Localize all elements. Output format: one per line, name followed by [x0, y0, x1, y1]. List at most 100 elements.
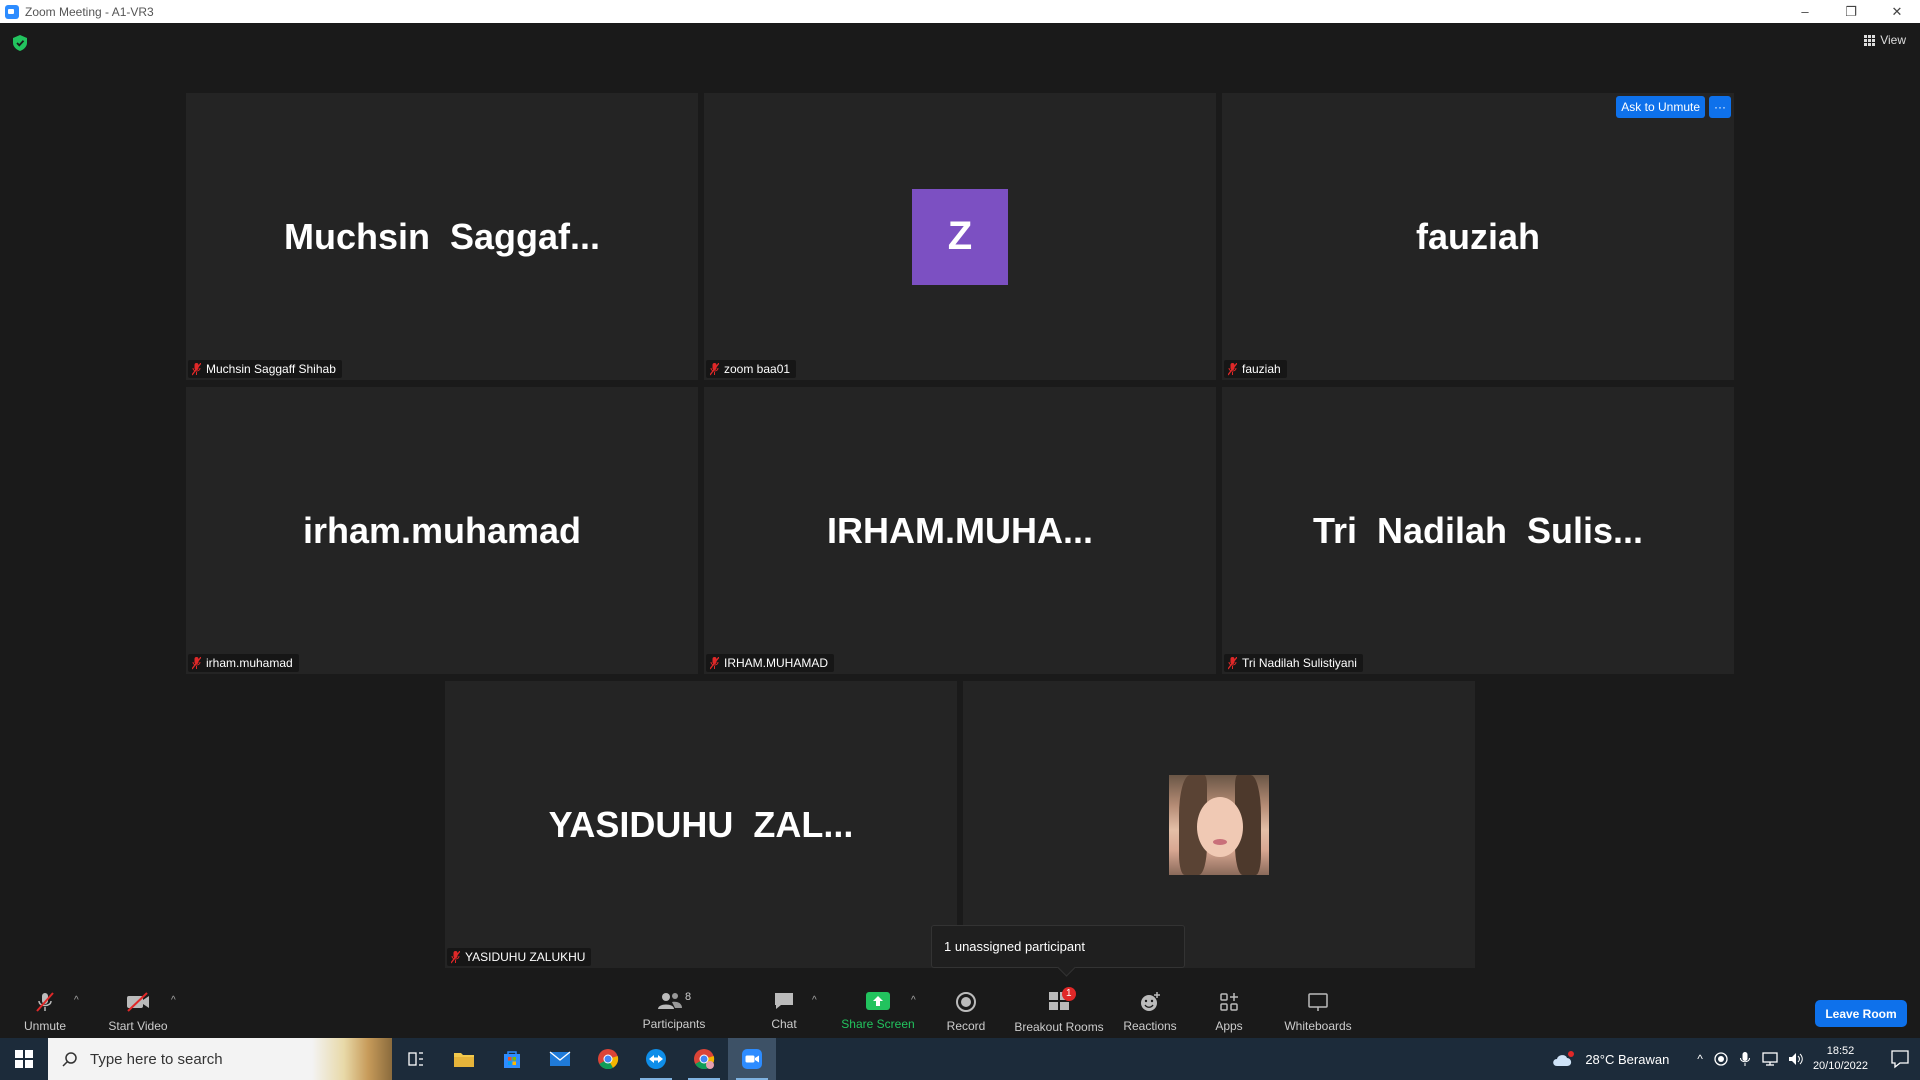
video-options-caret-icon[interactable]: ^ — [171, 995, 176, 1006]
share-screen-button[interactable]: Share Screen — [838, 977, 918, 1038]
avatar: Z — [912, 188, 1008, 285]
audio-options-caret-icon[interactable]: ^ — [74, 995, 79, 1006]
whiteboards-button[interactable]: Whiteboards — [1280, 977, 1356, 1038]
participant-label: fauziah — [1224, 360, 1287, 378]
chrome-profile-button[interactable] — [680, 1038, 728, 1080]
participant-tile[interactable]: irham.muhamad irham.muhamad — [186, 387, 698, 674]
participant-label: Muchsin Saggaff Shihab — [188, 360, 342, 378]
chrome-profile-icon — [694, 1049, 715, 1070]
meeting-stage: View Muchsin Saggaf... Muchsin Saggaff S… — [0, 23, 1920, 1038]
unmute-label: Unmute — [23, 1019, 67, 1033]
record-button[interactable]: Record — [941, 977, 991, 1038]
windows-logo-icon — [15, 1050, 33, 1068]
participant-label: Tri Nadilah Sulistiyani — [1224, 654, 1363, 672]
system-tray: 28°C Berawan ^ 18:52 20/10/2022 — [1551, 1038, 1920, 1080]
start-button[interactable] — [0, 1038, 48, 1080]
participant-display-name: YASIDUHU ZAL... — [548, 803, 854, 845]
restore-button[interactable]: ❐ — [1828, 0, 1874, 23]
store-button[interactable] — [488, 1038, 536, 1080]
participants-button[interactable]: 8 Participants — [636, 977, 712, 1038]
taskbar-clock[interactable]: 18:52 20/10/2022 — [1813, 1044, 1868, 1074]
participants-icon — [657, 993, 682, 1009]
chat-icon — [775, 993, 793, 1009]
participant-label: irham.muhamad — [188, 654, 299, 672]
mic-muted-icon — [710, 362, 719, 375]
more-options-button[interactable]: ··· — [1709, 96, 1731, 118]
mail-button[interactable] — [536, 1038, 584, 1080]
minimize-button[interactable]: – — [1782, 0, 1828, 23]
show-hidden-icons-chevron-icon[interactable]: ^ — [1697, 1052, 1703, 1066]
file-explorer-button[interactable] — [440, 1038, 488, 1080]
participant-name: IRHAM.MUHAMAD — [724, 656, 828, 670]
share-options-caret-icon[interactable]: ^ — [911, 995, 916, 1006]
ask-to-unmute-button[interactable]: Ask to Unmute — [1616, 96, 1705, 118]
participant-name: fauziah — [1242, 362, 1281, 376]
search-placeholder: Type here to search — [90, 1050, 223, 1068]
leave-room-button[interactable]: Leave Room — [1815, 1000, 1907, 1027]
breakout-rooms-button[interactable]: 1 Breakout Rooms — [1014, 977, 1104, 1038]
taskbar-search-box[interactable]: Type here to search — [48, 1038, 392, 1080]
close-button[interactable]: ✕ — [1874, 0, 1920, 23]
grid-view-icon — [1864, 34, 1876, 46]
reactions-button[interactable]: Reactions — [1122, 977, 1178, 1038]
share-screen-icon — [866, 992, 890, 1010]
participant-tile[interactable]: Z zoom baa01 — [704, 93, 1216, 380]
profile-photo — [1169, 774, 1269, 875]
volume-icon[interactable] — [1787, 1051, 1805, 1067]
encryption-shield-icon[interactable] — [13, 35, 27, 51]
meeting-toolbar: Unmute ^ Start Video ^ 8 Participants Ch… — [0, 977, 1920, 1038]
start-video-button[interactable]: Start Video — [105, 977, 171, 1038]
unassigned-tooltip: 1 unassigned participant — [931, 925, 1185, 968]
participant-tile[interactable]: YASIDUHU ZAL... YASIDUHU ZALUKHU — [445, 681, 957, 968]
chat-label: Chat — [771, 1017, 797, 1031]
participant-tile[interactable]: Muchsin Saggaf... Muchsin Saggaff Shihab — [186, 93, 698, 380]
record-label: Record — [946, 1019, 986, 1033]
zoom-taskbar-button[interactable] — [728, 1038, 776, 1080]
network-icon[interactable] — [1761, 1051, 1779, 1067]
zoom-icon — [742, 1049, 762, 1069]
participant-display-name: fauziah — [1415, 215, 1540, 257]
participants-count: 8 — [684, 991, 692, 1003]
apps-button[interactable]: Apps — [1209, 977, 1249, 1038]
window-title: Zoom Meeting - A1-VR3 — [25, 4, 154, 19]
view-button[interactable]: View — [1864, 33, 1906, 47]
participant-tile[interactable]: IRHAM.MUHA... IRHAM.MUHAMAD — [704, 387, 1216, 674]
unmute-button[interactable]: Unmute — [20, 977, 70, 1038]
breakout-rooms-label: Breakout Rooms — [1014, 1020, 1104, 1034]
reactions-label: Reactions — [1123, 1019, 1177, 1033]
window-titlebar: Zoom Meeting - A1-VR3 – ❐ ✕ — [0, 0, 1920, 23]
participant-display-name: IRHAM.MUHA... — [827, 509, 1093, 551]
zoom-app-icon — [5, 4, 19, 19]
chat-button[interactable]: Chat — [762, 977, 806, 1038]
participant-name: YASIDUHU ZALUKHU — [465, 950, 586, 964]
notification-center-icon[interactable] — [1880, 1038, 1920, 1080]
apps-label: Apps — [1215, 1019, 1243, 1033]
participant-tile[interactable]: Tri Nadilah Sulis... Tri Nadilah Sulisti… — [1222, 387, 1734, 674]
mic-muted-icon — [192, 656, 201, 669]
windows-taskbar: Type here to search 28°C Berawan ^ 18:52… — [0, 1038, 1920, 1080]
participant-tile[interactable]: fauziah Ask to Unmute ··· fauziah — [1222, 93, 1734, 380]
mic-muted-icon — [1228, 656, 1237, 669]
store-icon — [504, 1051, 520, 1068]
teamviewer-button[interactable] — [632, 1038, 680, 1080]
reactions-icon — [1141, 992, 1160, 1011]
weather-cloud-icon[interactable] — [1551, 1049, 1579, 1069]
task-view-icon — [408, 1052, 423, 1066]
apps-icon — [1220, 993, 1238, 1011]
weather-text[interactable]: 28°C Berawan — [1585, 1052, 1669, 1067]
microphone-icon[interactable] — [1739, 1051, 1751, 1067]
chrome-icon — [598, 1049, 619, 1070]
search-highlight-image — [312, 1038, 392, 1080]
task-view-button[interactable] — [392, 1038, 440, 1080]
record-tray-icon[interactable] — [1713, 1051, 1729, 1067]
chrome-button[interactable] — [584, 1038, 632, 1080]
participant-display-name: Tri Nadilah Sulis... — [1312, 509, 1644, 551]
whiteboard-icon — [1308, 993, 1328, 1011]
clock-time: 18:52 — [1826, 1045, 1855, 1057]
chat-options-caret-icon[interactable]: ^ — [812, 995, 817, 1006]
clock-date: 20/10/2022 — [1812, 1060, 1868, 1072]
participant-label: IRHAM.MUHAMAD — [706, 654, 834, 672]
search-icon — [62, 1052, 77, 1067]
share-screen-label: Share Screen — [841, 1017, 915, 1031]
participant-name: irham.muhamad — [206, 656, 293, 670]
